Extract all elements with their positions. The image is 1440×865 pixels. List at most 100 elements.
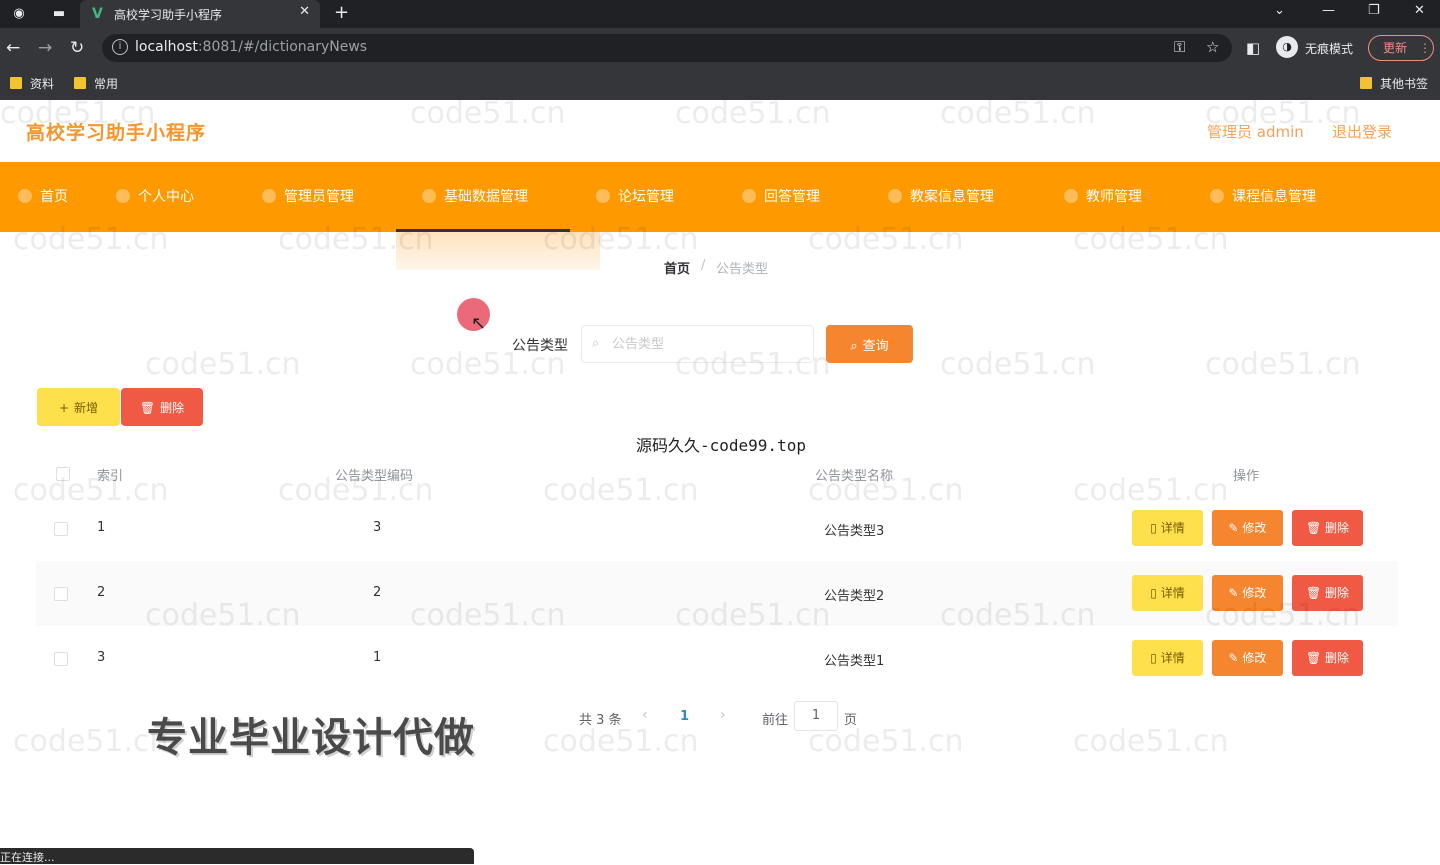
breadcrumb-current: 公告类型 (716, 262, 769, 277)
prev-page-icon[interactable]: ‹ (642, 707, 648, 723)
course-icon (1210, 189, 1224, 203)
answer-icon (742, 189, 756, 203)
main-menu: 首页 个人中心 管理员管理 基础数据管理 论坛管理 回答管理 教案信息管理 教师… (0, 162, 1440, 232)
lesson-icon (888, 189, 902, 203)
menu-item-teachers[interactable]: 教师管理 (1064, 162, 1142, 232)
browser-profile-icon[interactable]: ◉ (10, 5, 28, 23)
overlay-caption: 源码久久-code99.top (636, 436, 806, 455)
menu-item-forum[interactable]: 论坛管理 (596, 162, 674, 232)
window-close-icon[interactable]: ✕ (1414, 3, 1425, 18)
admin-icon (262, 189, 276, 203)
key-icon[interactable]: ⚿ (1174, 38, 1185, 56)
add-button[interactable]: + 新增 (37, 388, 120, 426)
row-code: 1 (373, 650, 382, 665)
search-label: 公告类型 (512, 338, 568, 354)
breadcrumb-home[interactable]: 首页 (664, 258, 690, 277)
browser-tab-strip: ◉ ▬ V 高校学习助手小程序 ✕ + ⌄ — ❐ ✕ (0, 0, 1440, 28)
detail-button[interactable]: ▯ 详情 (1132, 640, 1203, 676)
row-index: 1 (97, 520, 106, 535)
row-code: 2 (373, 585, 382, 600)
new-tab-icon[interactable]: + (334, 2, 349, 23)
document-icon: ▯ (1150, 521, 1161, 535)
trash-icon: 🗑 (1305, 521, 1326, 535)
data-icon (422, 189, 436, 203)
pagination-current-page[interactable]: 1 (680, 709, 689, 724)
menu-item-lesson-plans[interactable]: 教案信息管理 (888, 162, 994, 232)
tab-search-icon[interactable]: ▬ (50, 5, 68, 23)
search-field[interactable]: ⌕ (581, 325, 814, 363)
row-checkbox[interactable] (54, 522, 68, 536)
url-text[interactable]: localhost:8081/#/dictionaryNews (135, 39, 367, 55)
menu-item-courses[interactable]: 课程信息管理 (1210, 162, 1316, 232)
table-row: 2 2 公告类型2 ▯ 详情 ✎ 修改 🗑 删除 (36, 561, 1398, 626)
edit-button[interactable]: ✎ 修改 (1212, 640, 1283, 676)
browser-toolbar: ← → ↻ i localhost:8081/#/dictionaryNews … (0, 28, 1440, 68)
side-panel-icon[interactable]: ◧ (1246, 38, 1260, 58)
reload-icon[interactable]: ↻ (70, 38, 84, 58)
edit-icon: ✎ (1228, 586, 1243, 600)
teacher-icon (1064, 189, 1078, 203)
edit-icon: ✎ (1228, 651, 1243, 665)
delete-button[interactable]: 🗑 删除 (1292, 510, 1363, 546)
row-index: 2 (97, 585, 106, 600)
bookmark-folder-ziliao[interactable]: 资料 (10, 75, 54, 93)
menu-item-base-data[interactable]: 基础数据管理 (422, 162, 528, 232)
menu-item-answers[interactable]: 回答管理 (742, 162, 820, 232)
address-bar[interactable]: i localhost:8081/#/dictionaryNews ⚿ ☆ (102, 34, 1232, 62)
document-icon: ▯ (1150, 651, 1161, 665)
site-info-icon[interactable]: i (112, 39, 128, 55)
detail-button[interactable]: ▯ 详情 (1132, 510, 1203, 546)
trash-icon: 🗑 (139, 400, 156, 415)
edit-button[interactable]: ✎ 修改 (1212, 510, 1283, 546)
row-checkbox[interactable] (54, 587, 68, 601)
incognito-icon[interactable]: ◑ (1276, 36, 1298, 58)
update-button[interactable]: 更新 ⋮ (1368, 35, 1434, 61)
browser-tab[interactable]: V 高校学习助手小程序 ✕ (80, 0, 320, 28)
pagination-goto-input[interactable]: 1 (794, 701, 838, 731)
trash-icon: 🗑 (1305, 651, 1326, 665)
bookmarks-bar: 资料 常用 其他书签 (0, 68, 1440, 100)
row-name: 公告类型1 (824, 654, 885, 669)
logout-link[interactable]: 退出登录 (1332, 121, 1392, 142)
promo-banner: 专业毕业设计代做 (147, 715, 475, 761)
minimize-icon[interactable]: — (1322, 3, 1335, 18)
edit-button[interactable]: ✎ 修改 (1212, 575, 1283, 611)
user-icon (116, 189, 130, 203)
search-icon: ⌕ (850, 338, 858, 354)
edit-icon: ✎ (1228, 521, 1243, 535)
detail-button[interactable]: ▯ 详情 (1132, 575, 1203, 611)
current-user: 管理员 admin (1207, 123, 1304, 141)
bookmark-folder-changyong[interactable]: 常用 (74, 75, 118, 93)
next-page-icon[interactable]: › (720, 707, 726, 723)
browser-tab-title: 高校学习助手小程序 (114, 8, 223, 22)
forward-icon[interactable]: → (38, 38, 52, 58)
folder-icon (74, 77, 86, 89)
delete-button[interactable]: 🗑 删除 (1292, 640, 1363, 676)
pagination-total: 共 3 条 (579, 713, 622, 728)
menu-item-admins[interactable]: 管理员管理 (262, 162, 354, 232)
bookmark-star-icon[interactable]: ☆ (1206, 38, 1219, 56)
delete-button[interactable]: 🗑 删除 (1292, 575, 1363, 611)
back-icon[interactable]: ← (6, 38, 20, 58)
row-index: 3 (97, 650, 106, 665)
select-all-checkbox[interactable] (56, 467, 70, 481)
other-bookmarks[interactable]: 其他书签 (1360, 75, 1428, 93)
forum-icon (596, 189, 610, 203)
trash-icon: 🗑 (1305, 586, 1326, 600)
row-name: 公告类型3 (824, 524, 885, 539)
status-text: 正在连接... (0, 851, 55, 864)
menu-item-home[interactable]: 首页 (18, 162, 68, 232)
restore-icon[interactable]: ❐ (1368, 3, 1380, 18)
row-checkbox[interactable] (54, 652, 68, 666)
batch-delete-button[interactable]: 🗑 删除 (121, 388, 203, 426)
query-button[interactable]: ⌕ 查询 (826, 325, 913, 363)
chevron-down-icon[interactable]: ⌄ (1274, 3, 1285, 18)
table-row: 3 1 公告类型1 ▯ 详情 ✎ 修改 🗑 删除 (36, 626, 1398, 691)
vue-logo-icon: V (92, 6, 103, 22)
search-input[interactable] (610, 334, 805, 354)
menu-item-profile[interactable]: 个人中心 (116, 162, 194, 232)
row-code: 3 (373, 520, 382, 535)
mouse-cursor-icon: ↖ (471, 313, 487, 334)
close-tab-icon[interactable]: ✕ (299, 4, 310, 19)
row-name: 公告类型2 (824, 589, 885, 604)
